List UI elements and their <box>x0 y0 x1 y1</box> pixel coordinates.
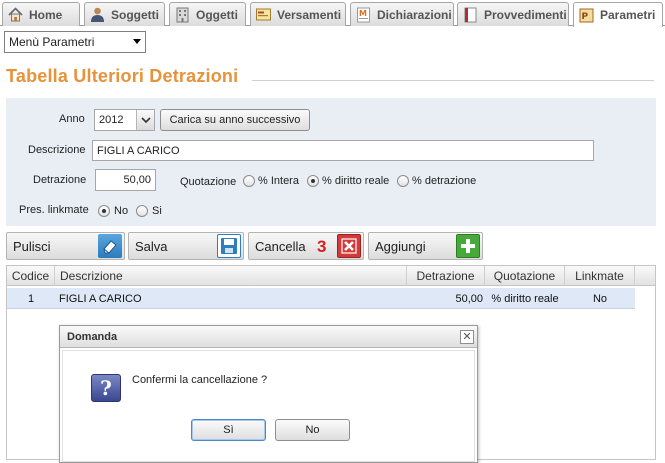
anno-label: Anno <box>59 113 85 125</box>
building-icon <box>176 7 189 23</box>
descrizione-field[interactable]: FIGLI A CARICO <box>92 140 594 161</box>
tab-label: Provvedimenti <box>484 7 567 22</box>
detrazione-value: 50,00 <box>123 174 151 186</box>
close-icon[interactable]: ✕ <box>460 330 474 344</box>
tab-label: Oggetti <box>196 7 238 22</box>
descrizione-value: FIGLI A CARICO <box>97 144 180 157</box>
quotazione-intera-radio[interactable] <box>243 175 255 187</box>
cell-quotazione: % diritto reale <box>491 292 559 305</box>
menu-parametri-select[interactable]: Menù Parametri <box>4 31 146 53</box>
quotazione-detrazione-radio[interactable] <box>397 175 409 187</box>
title-divider <box>252 80 654 81</box>
linkmate-no-radio[interactable] <box>98 205 110 217</box>
no-button[interactable]: No <box>275 419 350 441</box>
cell-linkmate: No <box>592 292 608 305</box>
anno-dropdown-button[interactable] <box>136 110 154 130</box>
form-panel: Anno 2012 Carica su anno successivo Desc… <box>6 98 656 226</box>
dialog-body <box>62 350 475 462</box>
cell-detrazione: 50,00 <box>455 292 483 305</box>
cell-descrizione: FIGLI A CARICO <box>59 292 142 305</box>
tab-label: Dichiarazioni <box>377 7 452 22</box>
tab-soggetti[interactable]: Soggetti <box>84 2 165 26</box>
quotazione-label: Quotazione <box>180 176 237 188</box>
add-icon <box>456 234 480 258</box>
column-header-quotazione[interactable]: Quotazione <box>485 266 565 286</box>
delete-icon <box>337 234 361 258</box>
column-header-detrazione[interactable]: Detrazione <box>407 266 485 286</box>
menu-select-value: Menù Parametri <box>9 35 95 49</box>
step-badge: 3 <box>317 237 327 256</box>
tab-bar: Home Soggetti Oggetti Versamenti M Dichi… <box>0 0 665 27</box>
tab-label: Parametri <box>600 8 656 22</box>
linkmate-label: Pres. linkmate <box>19 204 89 216</box>
salva-label: Salva <box>135 239 168 254</box>
linkmate-si-radio[interactable] <box>136 205 148 217</box>
detrazione-label: Detrazione <box>33 174 87 186</box>
column-header-linkmate[interactable]: Linkmate <box>565 266 635 286</box>
book-icon <box>464 7 477 23</box>
dialog-titlebar[interactable]: Domanda ✕ <box>60 326 477 348</box>
quotazione-option-label: % diritto reale <box>322 175 390 187</box>
table-row[interactable]: 1 FIGLI A CARICO 50,00 % diritto reale N… <box>7 288 635 309</box>
cancella-button[interactable]: Cancella 3 <box>248 232 364 260</box>
pulisci-button[interactable]: Pulisci <box>6 232 125 260</box>
anno-value: 2012 <box>99 114 124 126</box>
descrizione-label: Descrizione <box>28 144 86 156</box>
aggiungi-label: Aggiungi <box>375 239 426 254</box>
parameters-icon: P <box>579 8 594 22</box>
detrazione-field[interactable]: 50,00 <box>95 169 156 191</box>
tab-label: Versamenti <box>277 7 342 22</box>
question-icon: ? <box>91 374 121 402</box>
tab-label: Soggetti <box>111 7 159 22</box>
column-header-codice[interactable]: Codice <box>7 266 55 286</box>
linkmate-option-label: Si <box>152 205 162 217</box>
save-icon <box>217 234 241 258</box>
salva-button[interactable]: Salva <box>128 232 244 260</box>
dialog-title: Domanda <box>67 331 118 343</box>
quotazione-option-label: % detrazione <box>412 175 477 187</box>
page-title: Tabella Ulteriori Detrazioni <box>6 66 239 86</box>
cell-codice: 1 <box>27 292 35 305</box>
dialog-message: Confermi la cancellazione ? <box>132 374 268 386</box>
carica-anno-successivo-button[interactable]: Carica su anno successivo <box>160 109 310 131</box>
declaration-icon: M <box>357 7 370 23</box>
confirm-dialog: Domanda ✕ ? Confermi la cancellazione ? … <box>59 325 478 463</box>
table-header: Codice Descrizione Detrazione Quotazione… <box>7 266 655 286</box>
tab-provvedimenti[interactable]: Provvedimenti <box>457 2 569 26</box>
pulisci-label: Pulisci <box>13 239 51 254</box>
yes-button[interactable]: Sì <box>191 419 266 441</box>
chevron-down-icon <box>141 117 151 124</box>
svg-text:M: M <box>359 9 367 18</box>
tab-dichiarazioni[interactable]: M Dichiarazioni <box>350 2 454 26</box>
person-icon <box>91 7 104 22</box>
tab-parametri[interactable]: P Parametri <box>573 2 663 27</box>
tab-label: Home <box>29 7 63 22</box>
eraser-icon <box>98 234 122 258</box>
payment-icon <box>256 8 271 21</box>
tab-versamenti[interactable]: Versamenti <box>250 2 346 26</box>
column-header-descrizione[interactable]: Descrizione <box>55 266 407 286</box>
home-icon <box>8 7 23 22</box>
linkmate-option-label: No <box>114 205 129 217</box>
aggiungi-button[interactable]: Aggiungi <box>368 232 483 260</box>
tab-oggetti[interactable]: Oggetti <box>169 2 246 26</box>
chevron-down-icon <box>133 39 141 44</box>
anno-select[interactable]: 2012 <box>94 109 155 131</box>
quotazione-diritto-reale-radio[interactable] <box>307 175 319 187</box>
svg-text:P: P <box>582 12 589 22</box>
tab-home[interactable]: Home <box>2 2 80 26</box>
cancella-label: Cancella <box>255 239 306 254</box>
quotazione-option-label: % Intera <box>258 175 299 187</box>
